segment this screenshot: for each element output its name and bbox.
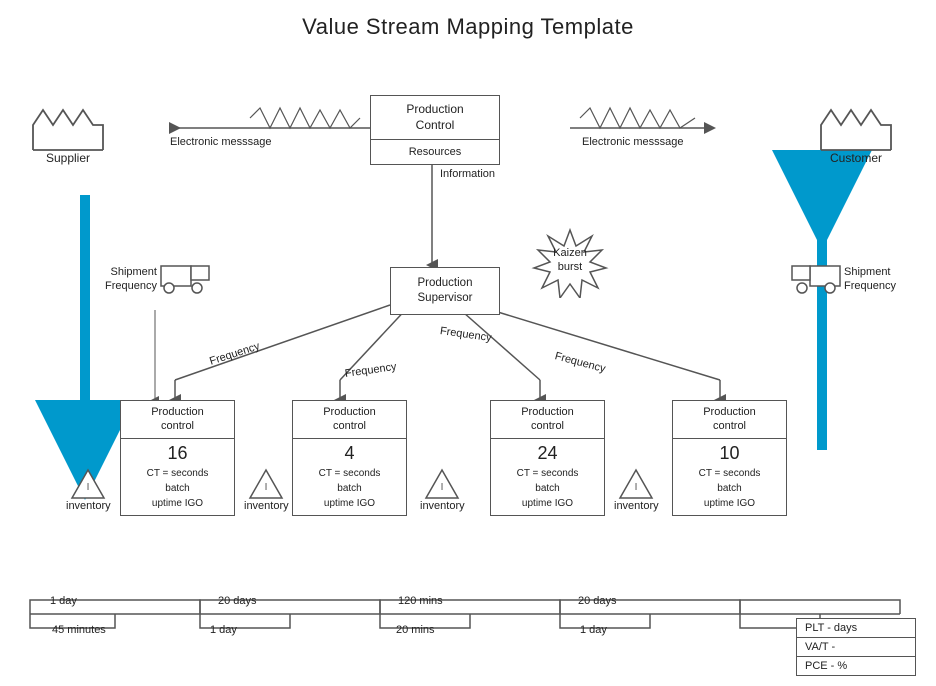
timeline-bottom-1: 45 minutes [52,624,106,636]
freq-label-1: Frequency [208,340,261,367]
proc1-number: 16 [121,439,234,466]
information-label: Information [440,168,495,180]
page: Value Stream Mapping Template [0,0,936,686]
page-title: Value Stream Mapping Template [0,0,936,40]
freq-label-2: Frequency [344,361,397,380]
supplier-label: Supplier [46,151,90,165]
svg-text:I: I [87,482,90,493]
timeline-top-3: 120 mins [398,595,443,607]
proc1-title: Productioncontrol [121,401,234,439]
production-control-box: ProductionControl [370,95,500,139]
inv1-label: inventory [66,500,111,512]
legend-pce: PCE - % [797,657,915,675]
customer-label: Customer [830,151,882,165]
proc4-details: CT = secondsbatchuptime IGO [673,466,786,515]
legend-box: PLT - days VA/T - PCE - % [796,618,916,676]
truck-left: ShipmentFrequency [105,262,211,296]
freq-label-4: Frequency [553,350,606,375]
timeline-bottom-3: 20 mins [396,624,435,636]
electronic-msg-left: Electronic messsage [170,136,272,148]
timeline-top-2: 20 days [218,595,257,607]
supplier-factory: Supplier [28,100,108,165]
truck-right: ShipmentFrequency [790,262,896,296]
electronic-msg-right: Electronic messsage [582,136,684,148]
proc3-title: Productioncontrol [491,401,604,439]
legend-vat: VA/T - [797,638,915,657]
inv4-label: inventory [614,500,659,512]
inv3-label: inventory [420,500,465,512]
kaizen-label: Kaizenburst [530,246,610,275]
proc3-details: CT = secondsbatchuptime IGO [491,466,604,515]
proc2-number: 4 [293,439,406,466]
proc1-details: CT = secondsbatchuptime IGO [121,466,234,515]
svg-text:I: I [265,482,268,493]
svg-text:I: I [635,482,638,493]
timeline-bottom-4: 1 day [580,624,607,636]
timeline-top-4: 20 days [578,595,617,607]
process-box-1: Productioncontrol 16 CT = secondsbatchup… [120,400,235,516]
proc3-number: 24 [491,439,604,466]
timeline-top-1: 1 day [50,595,77,607]
inventory-4: I inventory [614,468,659,512]
process-box-3: Productioncontrol 24 CT = secondsbatchup… [490,400,605,516]
legend-plt: PLT - days [797,619,915,638]
process-box-4: Productioncontrol 10 CT = secondsbatchup… [672,400,787,516]
process-box-2: Productioncontrol 4 CT = secondsbatchupt… [292,400,407,516]
resources-box: Resources [370,139,500,165]
production-control-group: ProductionControl Resources [370,95,500,165]
customer-factory: Customer [816,100,896,165]
proc2-title: Productioncontrol [293,401,406,439]
timeline-bottom-2: 1 day [210,624,237,636]
inventory-3: I inventory [420,468,465,512]
proc2-details: CT = secondsbatchuptime IGO [293,466,406,515]
inventory-2: I inventory [244,468,289,512]
production-supervisor-box: ProductionSupervisor [390,267,500,315]
inv2-label: inventory [244,500,289,512]
freq-label-3: Frequency [439,325,492,344]
kaizen-burst: Kaizenburst [530,228,610,301]
svg-text:I: I [441,482,444,493]
inventory-1: I inventory [66,468,111,512]
proc4-number: 10 [673,439,786,466]
proc4-title: Productioncontrol [673,401,786,439]
